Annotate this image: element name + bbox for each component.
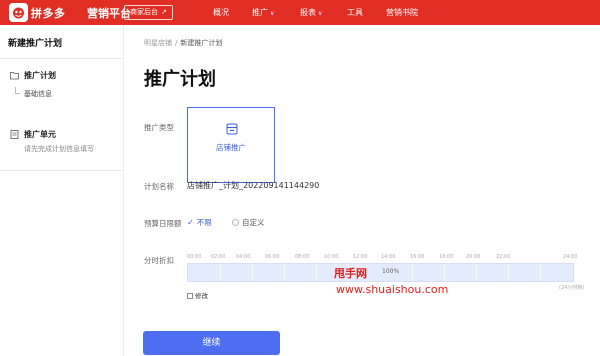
page-title: 推广计划 (144, 69, 216, 90)
sidebar-divider (0, 170, 124, 171)
nav-reports-label: 报表 (300, 8, 316, 17)
daily-budget-label: 预算日限额 (144, 219, 182, 228)
time-discount-label: 分时折扣 (144, 256, 174, 265)
main-content: 明星店铺 / 新建推广计划 推广计划 推广类型 店铺推广 计划名称 店铺推广_计划_… (125, 25, 600, 356)
bar-segment-divider (220, 264, 221, 281)
watermark-url: www.shuaishou.com (336, 283, 449, 296)
sidebar-step-unit-hint: 请先完成计划信息填写 (24, 145, 94, 153)
edit-discount-label: 修改 (195, 292, 208, 300)
nav-promotion-label: 推广 (252, 8, 268, 17)
sidebar-step-plan[interactable]: 推广计划 (24, 70, 56, 81)
bar-segment-divider (284, 264, 285, 281)
store-promotion-label: 店铺推广 (216, 143, 246, 152)
breadcrumb-separator: / (175, 39, 178, 47)
time-tick: 10:00 (324, 254, 339, 260)
nav-reports[interactable]: 报表 ∨ (300, 7, 322, 18)
breadcrumb-parent[interactable]: 明星店铺 (144, 39, 172, 47)
time-tick: 04:00 (236, 254, 251, 260)
hours-format-note: (24小时制) (559, 285, 585, 291)
bar-segment-divider (316, 264, 317, 281)
sidebar: 新建推广计划 推广计划 基础信息 推广单元 请先完成计划信息填写 (0, 25, 124, 356)
edit-discount-link[interactable]: 修改 (187, 290, 208, 300)
breadcrumb-current: 新建推广计划 (180, 39, 223, 47)
bar-segment-divider (476, 264, 477, 281)
bar-segment-divider (444, 264, 445, 281)
watermark-title: 甩手网 (334, 267, 367, 280)
pinduoduo-logo-icon[interactable] (9, 3, 28, 22)
chevron-down-icon: ∨ (318, 10, 323, 17)
nav-tools-label: 工具 (347, 8, 363, 17)
promotion-type-label: 推广类型 (144, 123, 174, 132)
nav-academy[interactable]: 营销书院 (386, 7, 418, 18)
time-tick: 20:00 (466, 254, 481, 260)
time-tick: 22:00 (496, 254, 511, 260)
top-navigation-bar: 拼多多 营销平台 商家后台 ↗ 概况 推广 ∨ 报表 ∨ 工具 营销书院 (0, 0, 600, 25)
check-icon: ✓ (187, 218, 194, 227)
time-tick: 24:00 (563, 254, 578, 260)
breadcrumb: 明星店铺 / 新建推广计划 (144, 38, 222, 48)
bar-segment-divider (540, 264, 541, 281)
sidebar-step-basic-info[interactable]: 基础信息 (24, 89, 52, 99)
bar-segment-divider (508, 264, 509, 281)
time-tick: 08:00 (295, 254, 310, 260)
budget-custom-option[interactable]: 自定义 (232, 217, 265, 228)
plan-name-field[interactable]: 店铺推广_计划_202209141144290 (187, 180, 319, 191)
time-tick: 02:00 (211, 254, 226, 260)
bar-segment-divider (412, 264, 413, 281)
time-tick: 16:00 (410, 254, 425, 260)
folder-icon (10, 72, 19, 80)
time-discount-bar[interactable]: 100% (187, 263, 574, 282)
edit-checkbox-icon (187, 293, 193, 299)
time-tick: 12:00 (353, 254, 368, 260)
merchant-backend-button[interactable]: 商家后台 ↗ (124, 5, 173, 20)
time-tick: 06:00 (265, 254, 280, 260)
external-link-icon: ↗ (161, 8, 167, 16)
budget-unlimited-label: 不限 (196, 218, 212, 227)
sidebar-step-unit[interactable]: 推广单元 (24, 129, 56, 140)
budget-unlimited-option[interactable]: ✓ 不限 (187, 217, 212, 228)
merchant-backend-label: 商家后台 (130, 8, 158, 16)
radio-icon (232, 219, 239, 226)
bar-segment-divider (252, 264, 253, 281)
store-promotion-card[interactable]: 店铺推广 (187, 107, 275, 183)
tree-connector (15, 87, 20, 94)
nav-tools[interactable]: 工具 (347, 7, 363, 18)
plan-name-label: 计划名称 (144, 182, 174, 191)
sidebar-divider (0, 58, 124, 59)
brand-name: 拼多多 (31, 7, 66, 20)
sidebar-title: 新建推广计划 (8, 39, 63, 49)
time-tick: 14:00 (381, 254, 396, 260)
nav-academy-label: 营销书院 (386, 8, 418, 17)
document-icon (10, 130, 19, 139)
time-tick: 18:00 (439, 254, 454, 260)
time-tick: 00:00 (187, 254, 202, 260)
nav-overview-label: 概况 (213, 8, 229, 17)
nav-promotion[interactable]: 推广 ∨ (252, 7, 274, 18)
discount-percent: 100% (382, 268, 400, 275)
nav-overview[interactable]: 概况 (213, 7, 229, 18)
continue-button[interactable]: 继续 (143, 331, 280, 355)
store-icon (226, 123, 238, 135)
budget-custom-label: 自定义 (242, 218, 265, 227)
chevron-down-icon: ∨ (270, 10, 275, 17)
